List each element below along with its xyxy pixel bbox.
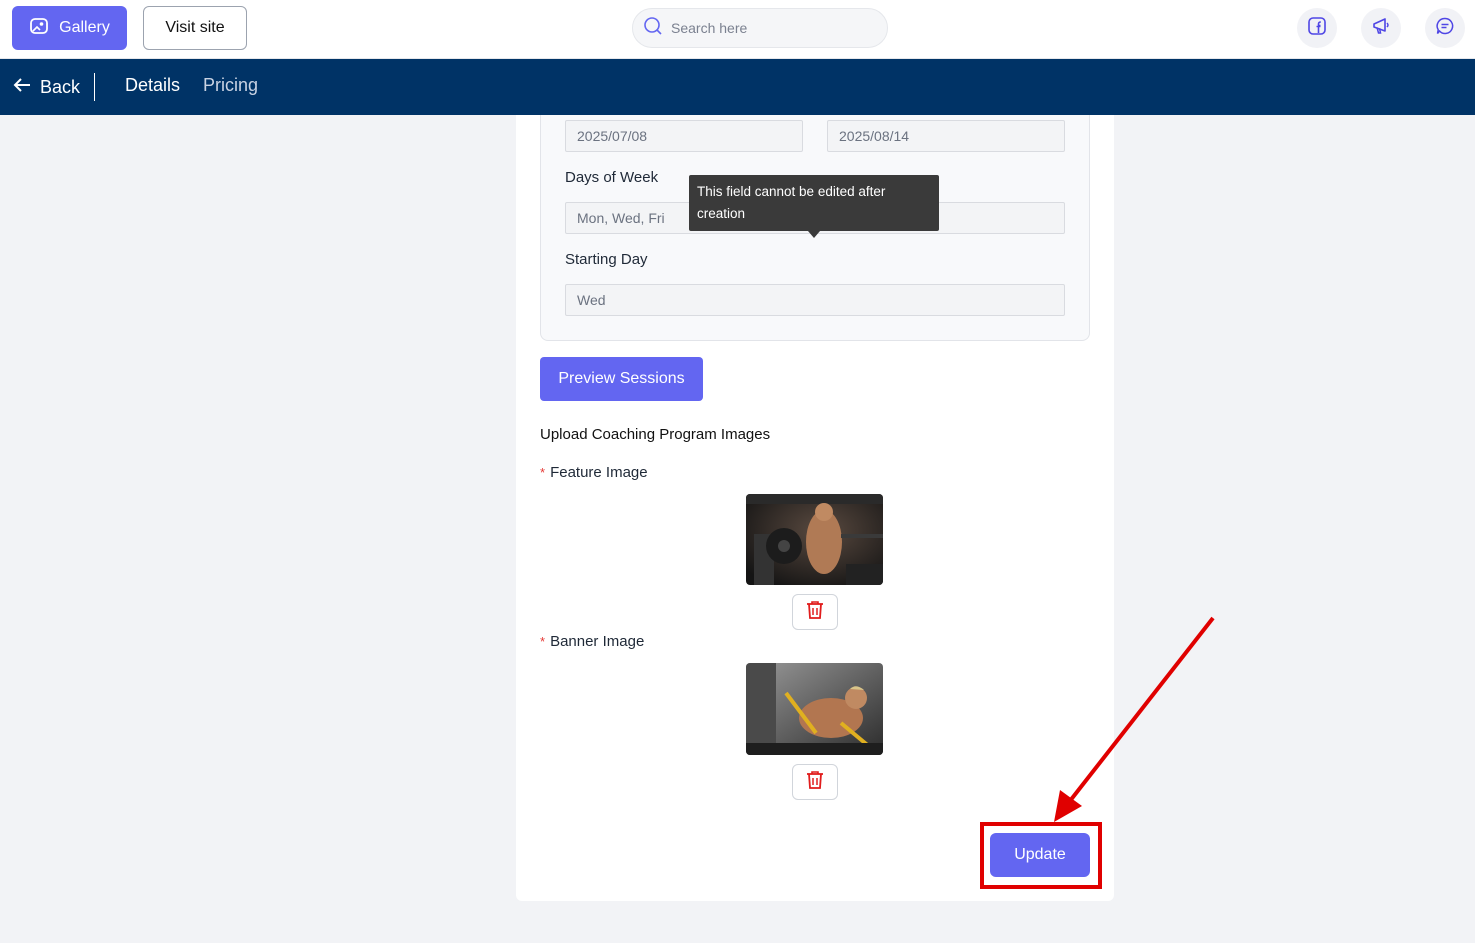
- trash-icon: [806, 770, 824, 795]
- feature-image-label: Feature Image: [550, 464, 648, 481]
- search-icon: [643, 16, 663, 41]
- facebook-button[interactable]: [1297, 8, 1337, 48]
- announcements-button[interactable]: [1361, 8, 1401, 48]
- annotation-highlight-box: [980, 822, 1102, 889]
- megaphone-icon: [1371, 16, 1391, 41]
- visit-site-button[interactable]: Visit site: [143, 6, 247, 50]
- delete-feature-image-button[interactable]: [792, 594, 838, 630]
- arrow-left-icon: [12, 75, 32, 100]
- top-bar: Gallery Visit site: [0, 0, 1475, 59]
- delete-banner-image-button[interactable]: [792, 764, 838, 800]
- chat-icon: [1435, 16, 1455, 41]
- search-input[interactable]: [671, 20, 871, 36]
- upload-section-title: Upload Coaching Program Images: [540, 426, 771, 443]
- preview-sessions-button[interactable]: Preview Sessions: [540, 357, 703, 401]
- nav-bar: Back Details Pricing: [0, 59, 1475, 115]
- feature-image-label-row: * Feature Image: [540, 464, 648, 481]
- banner-image-label-row: * Banner Image: [540, 633, 644, 650]
- required-mark: *: [540, 634, 546, 649]
- tooltip-arrow: [808, 231, 820, 238]
- back-label: Back: [40, 76, 81, 97]
- visit-site-label: Visit site: [165, 19, 225, 36]
- tab-pricing[interactable]: Pricing: [203, 75, 258, 96]
- tab-details[interactable]: Details: [125, 75, 180, 96]
- starting-day-field[interactable]: Wed: [565, 284, 1065, 316]
- end-date-field[interactable]: 2025/08/14: [827, 120, 1065, 152]
- starting-day-label: Starting Day: [565, 251, 648, 268]
- chat-button[interactable]: [1425, 8, 1465, 48]
- facebook-icon: [1307, 16, 1327, 41]
- gallery-label: Gallery: [59, 19, 110, 36]
- start-date-field[interactable]: 2025/07/08: [565, 120, 803, 152]
- tooltip: This field cannot be edited after creati…: [689, 175, 939, 231]
- back-button[interactable]: Back: [12, 73, 80, 101]
- banner-image-thumbnail: [746, 663, 883, 755]
- feature-image-thumbnail: [746, 494, 883, 585]
- nav-divider: [94, 73, 95, 101]
- gallery-icon: [29, 16, 49, 41]
- gallery-button[interactable]: Gallery: [12, 6, 127, 50]
- banner-image-label: Banner Image: [550, 633, 645, 650]
- search-box[interactable]: [632, 8, 888, 48]
- annotation-arrow: [1054, 616, 1215, 822]
- required-mark: *: [540, 465, 546, 480]
- trash-icon: [806, 600, 824, 625]
- days-of-week-label: Days of Week: [565, 169, 659, 186]
